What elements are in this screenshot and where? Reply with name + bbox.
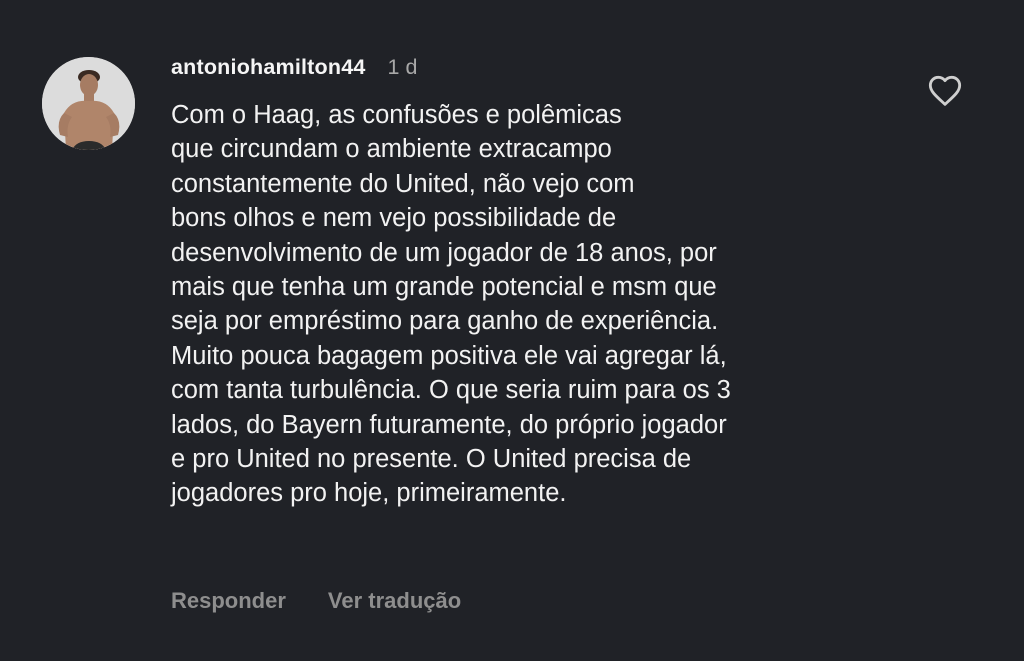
user-avatar-icon: [42, 57, 135, 150]
username[interactable]: antoniohamilton44: [171, 55, 366, 80]
comment-line: Com o Haag, as confusões e polêmicas: [171, 101, 622, 129]
like-button[interactable]: [924, 70, 966, 110]
comment-line: desenvolvimento de um jogador de 18 anos…: [171, 238, 717, 267]
comment-line: seja por empréstimo para ganho de experi…: [171, 307, 719, 336]
comment-text: Com o Haag, as confusões e polêmicas que…: [171, 98, 891, 511]
comment-line: com tanta turbulência. O que seria ruim …: [171, 376, 731, 405]
avatar[interactable]: [42, 57, 135, 150]
comment-header: antoniohamilton44 1 d: [171, 52, 417, 82]
comment-line: bons olhos e nem vejo possibilidade de: [171, 204, 617, 233]
comment-line: mais que tenha um grande potencial e msm…: [171, 273, 717, 302]
comment-line: Muito pouca bagagem positiva ele vai agr…: [171, 341, 727, 370]
heart-outline-icon: [928, 75, 962, 106]
timestamp: 1 d: [387, 54, 418, 79]
comment-actions: Responder Ver tradução: [171, 588, 461, 614]
translate-button[interactable]: Ver tradução: [328, 588, 461, 614]
comment-line: constantemente do United, não vejo com: [171, 169, 635, 198]
comment-line: que circundam o ambiente extracampo: [171, 135, 612, 164]
comment-line: e pro United no presente. O United preci…: [171, 445, 692, 474]
comment-line: lados, do Bayern futuramente, do próprio…: [171, 410, 727, 439]
comment-item: antoniohamilton44 1 d Com o Haag, as con…: [0, 0, 1024, 661]
reply-button[interactable]: Responder: [171, 588, 286, 614]
comment-line: jogadores pro hoje, primeiramente.: [171, 479, 567, 508]
